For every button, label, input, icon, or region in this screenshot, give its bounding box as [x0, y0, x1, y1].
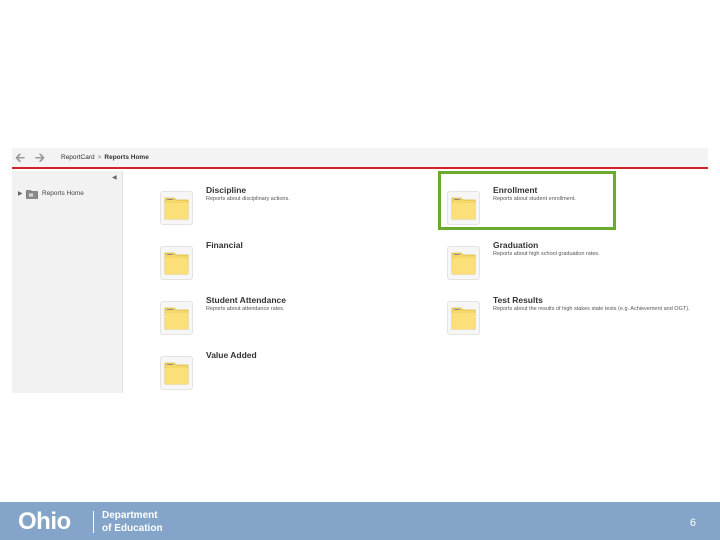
folder-icon [160, 246, 193, 280]
navigation-bar: 🡰 🡲 ReportCard > Reports Home [12, 148, 708, 169]
breadcrumb-root-link[interactable]: ReportCard [61, 154, 95, 161]
tile-financial[interactable]: Financial [160, 240, 420, 290]
footer-divider [93, 511, 94, 533]
tile-title: Value Added [206, 350, 257, 360]
folder-icon [26, 190, 38, 199]
expand-caret-icon[interactable]: ▶ [18, 190, 23, 197]
page-number: 6 [689, 517, 696, 529]
sidebar-item-label: Reports Home [42, 190, 84, 197]
tile-title: Student Attendance [206, 295, 286, 305]
back-arrow-icon[interactable]: 🡰 [13, 151, 27, 165]
breadcrumb: ReportCard > Reports Home [61, 154, 149, 161]
ohio-logo: Ohio [18, 508, 71, 535]
folder-icon [160, 191, 193, 225]
folder-icon [447, 301, 480, 335]
tile-description: Reports about attendance rates. [206, 306, 285, 312]
tile-title: Enrollment [493, 185, 538, 195]
breadcrumb-current: Reports Home [104, 154, 149, 161]
report-card-screenshot: 🡰 🡲 ReportCard > Reports Home ◀ ▶ Reports … [12, 148, 708, 393]
forward-arrow-icon[interactable]: 🡲 [33, 151, 47, 165]
tile-value-added[interactable]: Value Added [160, 350, 420, 393]
tile-discipline[interactable]: Discipline Reports about disciplinary ac… [160, 185, 420, 235]
footer-bar: Ohio Department of Education 6 [0, 502, 720, 540]
tile-enrollment[interactable]: Enrollment Reports about student enrollm… [447, 185, 707, 235]
folder-icon [160, 356, 193, 390]
tile-test-results[interactable]: Test Results Reports about the results o… [447, 295, 707, 345]
tile-title: Discipline [206, 185, 247, 195]
tile-student-attendance[interactable]: Student Attendance Reports about attenda… [160, 295, 420, 345]
tile-title: Financial [206, 240, 243, 250]
folder-icon [447, 246, 480, 280]
tile-description: Reports about disciplinary actions. [206, 196, 290, 202]
tile-graduation[interactable]: Graduation Reports about high school gra… [447, 240, 707, 290]
folder-icon [160, 301, 193, 335]
department-name-line-2: of Education [102, 523, 163, 534]
tile-title: Graduation [493, 240, 539, 250]
tile-title: Test Results [493, 295, 543, 305]
collapse-sidebar-button[interactable]: ◀ [112, 174, 117, 181]
tile-description: Reports about the results of high stakes… [493, 306, 690, 312]
department-name-line-1: Department [102, 510, 158, 521]
folder-icon [447, 191, 480, 225]
tile-description: Reports about high school graduation rat… [493, 251, 600, 257]
breadcrumb-separator: > [97, 154, 102, 161]
sidebar: ◀ ▶ Reports Home [12, 171, 123, 393]
sidebar-item-reports-home[interactable]: ▶ Reports Home [18, 188, 118, 200]
tile-description: Reports about student enrollment. [493, 196, 576, 202]
